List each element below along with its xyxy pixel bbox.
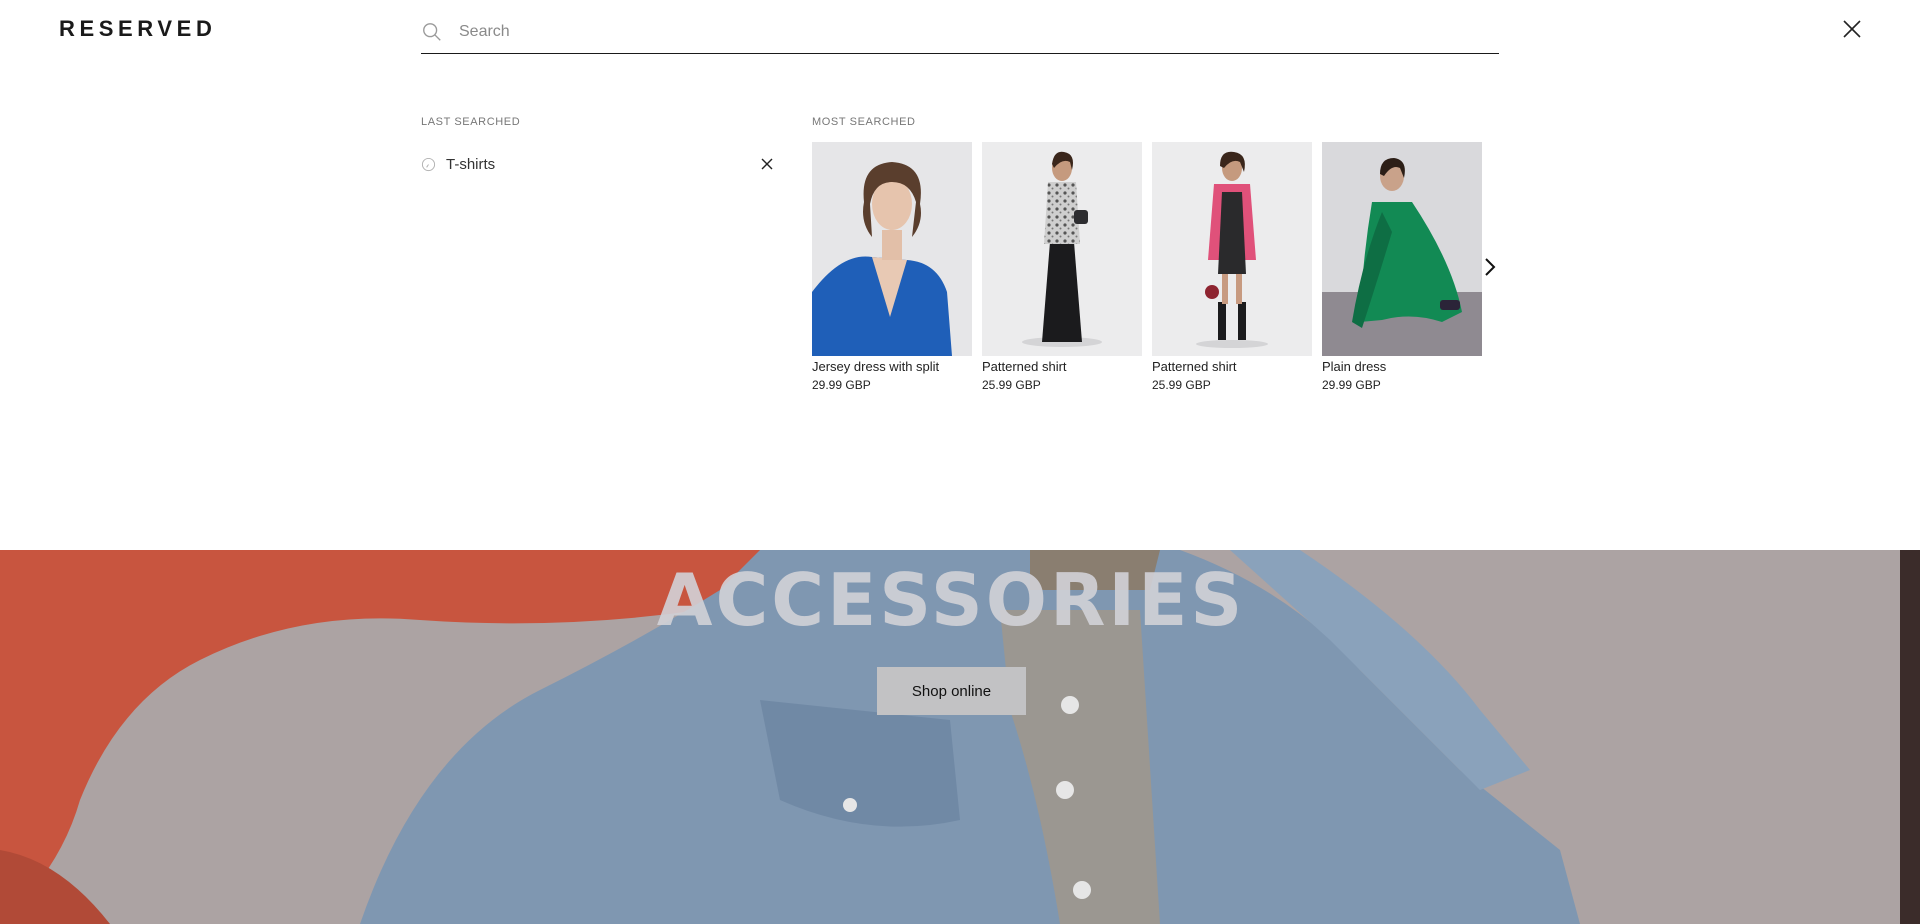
product-price: 25.99 GBP bbox=[1152, 378, 1211, 392]
product-carousel: Jersey dress with split 29.99 GBP Patter… bbox=[812, 142, 1482, 402]
product-price: 29.99 GBP bbox=[812, 378, 871, 392]
product-image[interactable] bbox=[982, 142, 1142, 356]
hero-title: ACCESSORIES bbox=[656, 558, 1246, 642]
history-item[interactable]: T-shirts bbox=[421, 153, 775, 175]
product-price: 25.99 GBP bbox=[982, 378, 1041, 392]
product-card[interactable]: Patterned shirt 25.99 GBP bbox=[1152, 142, 1312, 402]
clock-icon bbox=[421, 157, 436, 171]
close-icon[interactable] bbox=[1840, 17, 1864, 41]
product-card[interactable]: Jersey dress with split 29.99 GBP bbox=[812, 142, 972, 402]
search-overlay: RESERVED LAST SEARCHED T-shirts MO bbox=[0, 0, 1920, 550]
product-name[interactable]: Jersey dress with split bbox=[812, 359, 972, 374]
last-searched-title: LAST SEARCHED bbox=[421, 116, 521, 128]
product-name[interactable]: Patterned shirt bbox=[982, 359, 1142, 374]
product-image[interactable] bbox=[1152, 142, 1312, 356]
search-input[interactable] bbox=[459, 16, 1499, 47]
remove-icon[interactable] bbox=[759, 156, 775, 172]
product-name[interactable]: Patterned shirt bbox=[1152, 359, 1312, 374]
product-card[interactable]: Patterned shirt 25.99 GBP bbox=[982, 142, 1142, 402]
product-card[interactable]: Plain dress 29.99 GBP bbox=[1322, 142, 1482, 402]
product-price: 29.99 GBP bbox=[1322, 378, 1381, 392]
product-image[interactable] bbox=[1322, 142, 1482, 356]
hero-banner: ACCESSORIES Shop online bbox=[0, 550, 1920, 924]
search-icon bbox=[423, 22, 441, 41]
history-item-label[interactable]: T-shirts bbox=[446, 156, 495, 173]
chevron-right-icon[interactable] bbox=[1482, 256, 1498, 278]
logo[interactable]: RESERVED bbox=[59, 16, 216, 42]
product-name[interactable]: Plain dress bbox=[1322, 359, 1482, 374]
page: RESERVED LAST SEARCHED T-shirts MO bbox=[0, 0, 1920, 924]
search-bar bbox=[421, 10, 1499, 54]
shop-online-button[interactable]: Shop online bbox=[877, 667, 1026, 715]
product-image[interactable] bbox=[812, 142, 972, 356]
most-searched-title: MOST SEARCHED bbox=[812, 116, 916, 128]
